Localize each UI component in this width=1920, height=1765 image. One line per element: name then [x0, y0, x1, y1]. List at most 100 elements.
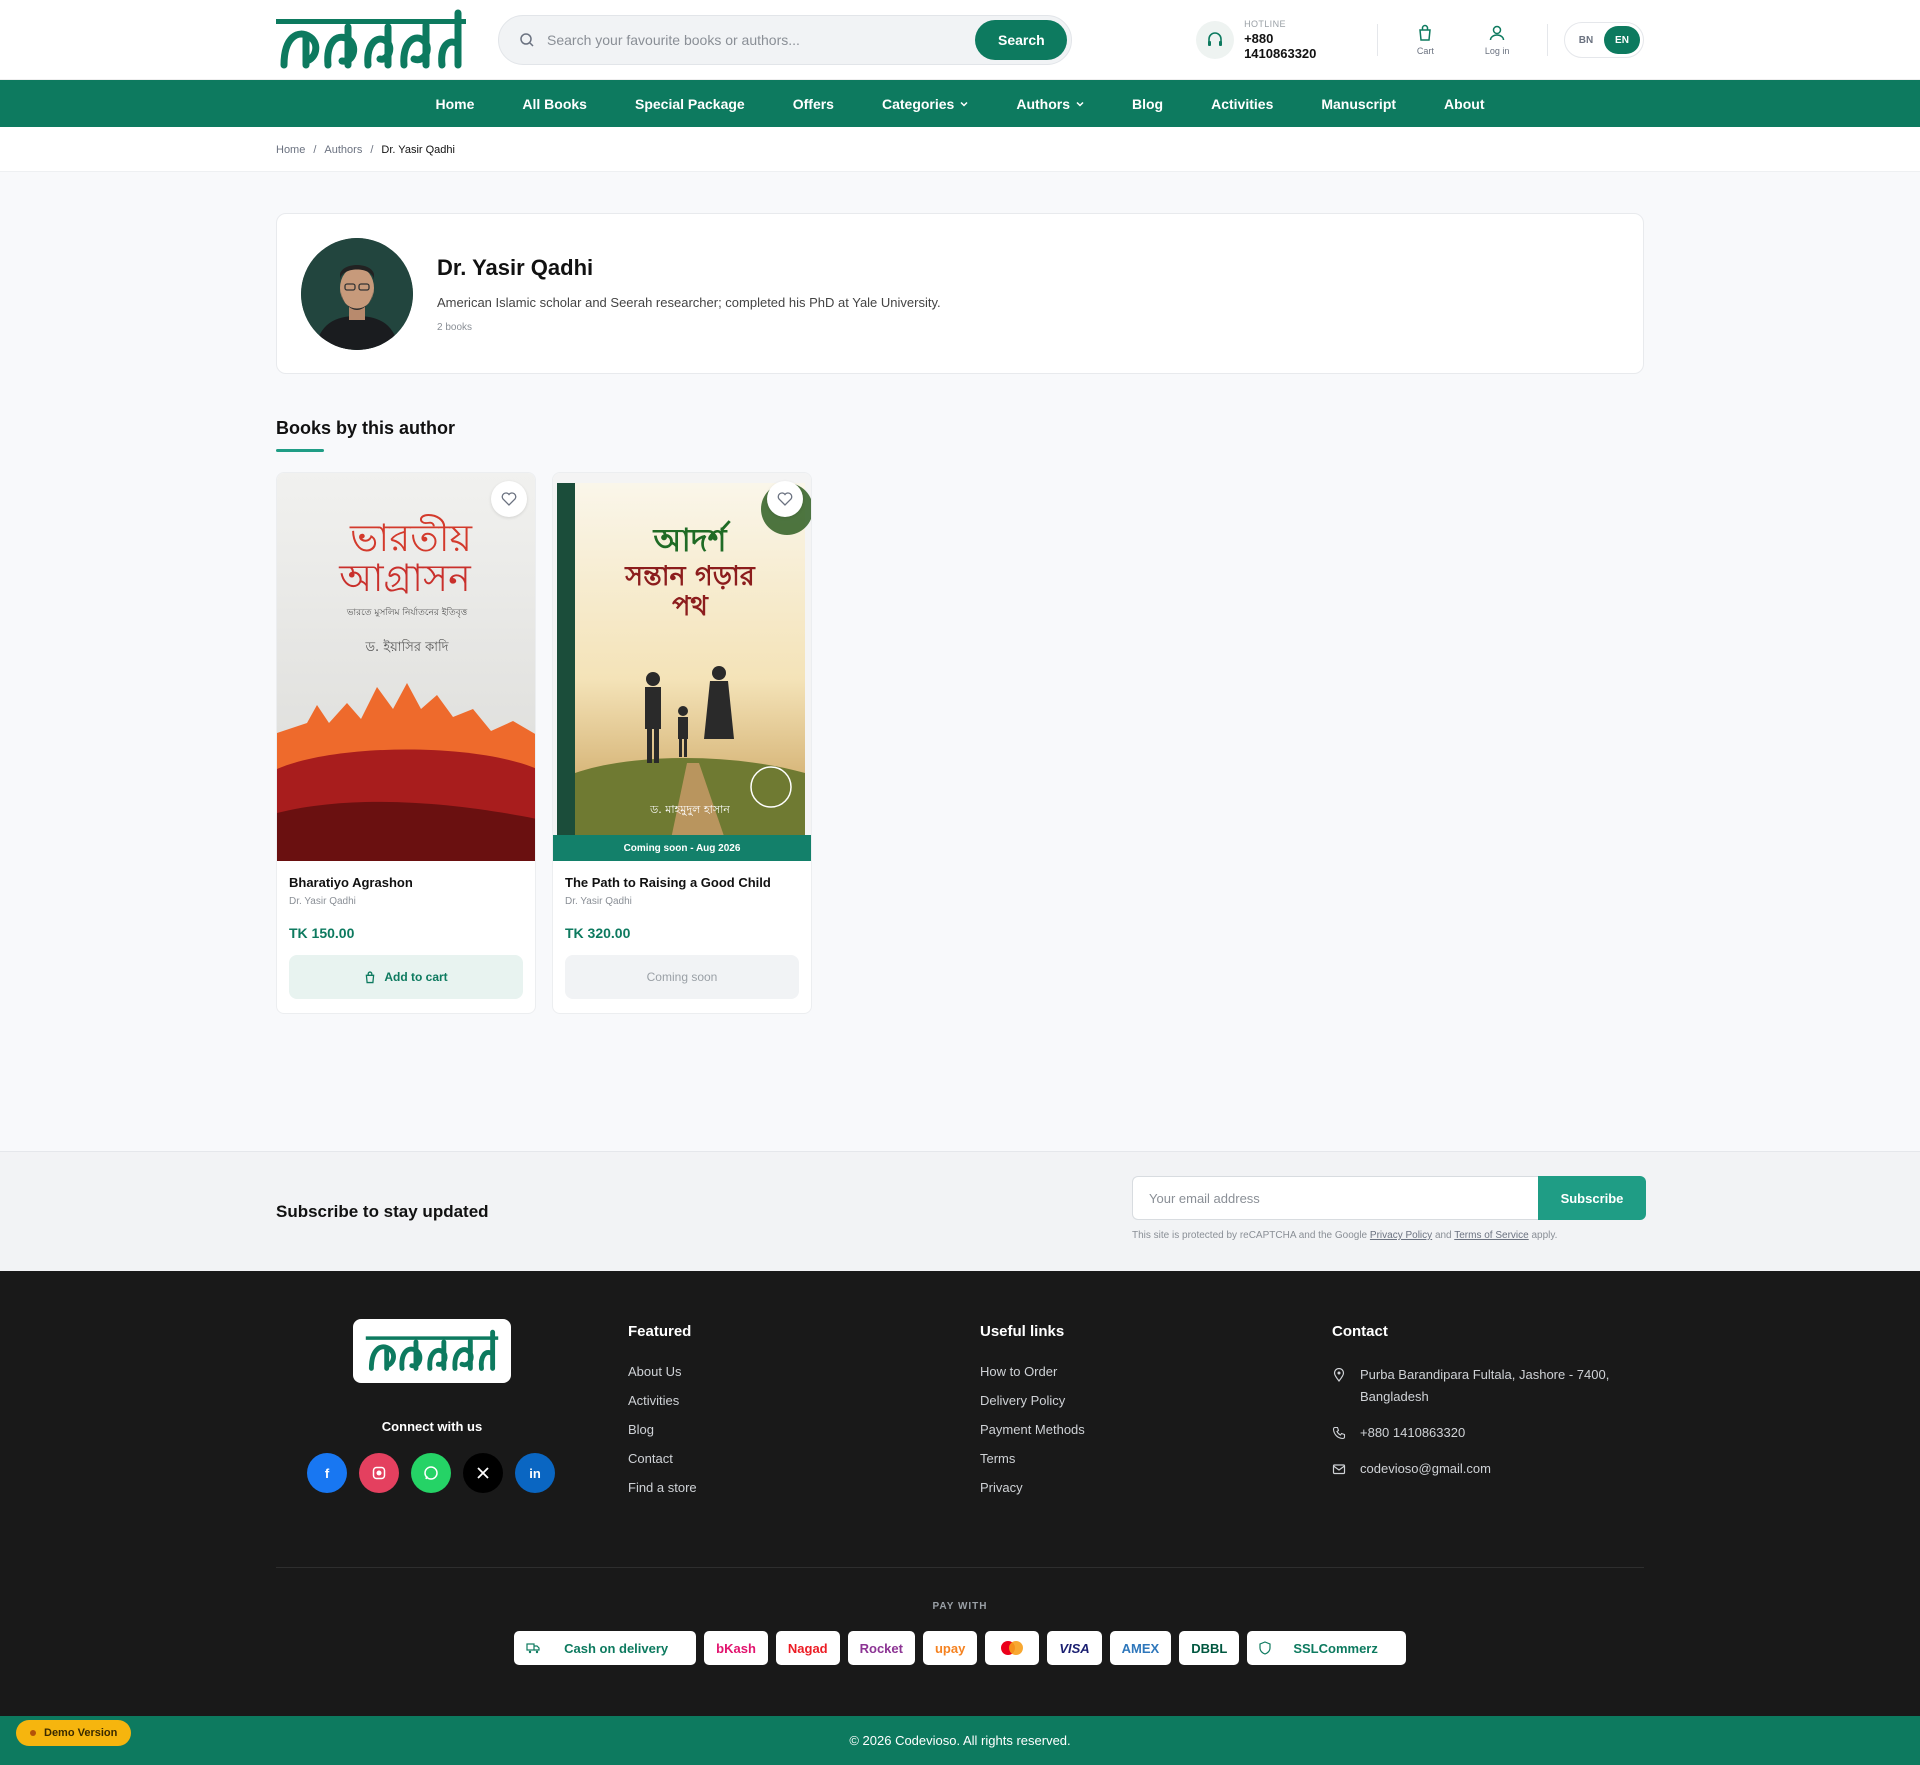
- demo-version-badge[interactable]: Demo Version: [16, 1720, 132, 1746]
- chevron-down-icon: [1076, 101, 1084, 107]
- logo-mark-icon: [365, 1329, 499, 1371]
- instagram-icon[interactable]: [359, 1453, 399, 1493]
- copyright-bar: © 2026 Codevioso. All rights reserved.: [0, 1716, 1920, 1765]
- footer-link-store[interactable]: Find a store: [628, 1480, 697, 1495]
- lang-bn[interactable]: BN: [1568, 26, 1604, 54]
- footer-link-privacy[interactable]: Privacy: [980, 1480, 1085, 1495]
- footer-link-delivery[interactable]: Delivery Policy: [980, 1393, 1085, 1408]
- nav-item-offers[interactable]: Offers: [793, 96, 834, 112]
- nav-label: All Books: [522, 95, 587, 112]
- nav-label: About: [1444, 95, 1485, 112]
- nav-item-blog[interactable]: Blog: [1132, 96, 1163, 112]
- footer-logo[interactable]: [353, 1319, 511, 1383]
- cover-title-3: পথ: [672, 591, 709, 622]
- logo-mark-icon: [276, 9, 466, 69]
- footer-divider: [276, 1567, 1644, 1568]
- bkash-badge: bKash: [704, 1631, 768, 1665]
- useful-heading: Useful links: [980, 1323, 1065, 1340]
- footer-featured: Featured About Us Activities Blog Contac…: [628, 1323, 697, 1509]
- nav-label: Manuscript: [1321, 95, 1397, 112]
- book-price: TK 150.00: [289, 925, 355, 941]
- footer-link-about[interactable]: About Us: [628, 1364, 697, 1379]
- cash-on-delivery-badge: Cash on delivery: [514, 1631, 697, 1665]
- cover-author: ড. মাহমুদুল হাসান: [649, 803, 730, 816]
- copyright-text: © 2026 Codevioso. All rights reserved.: [849, 1733, 1071, 1748]
- phone-icon: [1332, 1426, 1346, 1440]
- breadcrumb-home[interactable]: Home: [276, 144, 305, 156]
- book-title[interactable]: Bharatiyo Agrashon: [289, 875, 523, 890]
- nav-label: Offers: [792, 95, 834, 112]
- mastercard-icon: [985, 1631, 1040, 1665]
- book-cover[interactable]: আদর্শ সন্তান গড়ার পথ ড. মাহমুদুল হাসান …: [553, 473, 811, 861]
- login-button[interactable]: Log in: [1477, 24, 1517, 56]
- cover-title-1: ভারতীয়: [349, 514, 473, 560]
- divider: [1547, 24, 1548, 56]
- nav-item-special-package[interactable]: Special Package: [635, 96, 745, 112]
- book-title[interactable]: The Path to Raising a Good Child: [565, 875, 799, 890]
- shopping-bag-icon: [365, 970, 375, 983]
- footer-link-how-to-order[interactable]: How to Order: [980, 1364, 1085, 1379]
- x-icon[interactable]: [463, 1453, 503, 1493]
- email-field[interactable]: [1132, 1176, 1538, 1220]
- book-author[interactable]: Dr. Yasir Qadhi: [289, 896, 523, 907]
- nav-item-manuscript[interactable]: Manuscript: [1321, 96, 1396, 112]
- section-underline: [276, 449, 324, 452]
- nav-item-activities[interactable]: Activities: [1211, 96, 1273, 112]
- nav-item-all-books[interactable]: All Books: [522, 96, 587, 112]
- login-label: Log in: [1484, 46, 1510, 56]
- linkedin-icon[interactable]: in: [515, 1453, 555, 1493]
- contact-email[interactable]: codevioso@gmail.com: [1332, 1458, 1632, 1480]
- breadcrumb-authors[interactable]: Authors: [324, 144, 362, 156]
- nav-item-about[interactable]: About: [1444, 96, 1484, 112]
- footer-link-contact[interactable]: Contact: [628, 1451, 697, 1466]
- site-logo[interactable]: [276, 7, 466, 73]
- book-card[interactable]: আদর্শ সন্তান গড়ার পথ ড. মাহমুদুল হাসান …: [552, 472, 812, 1014]
- shopping-bag-icon: [1419, 24, 1432, 41]
- nav-item-categories[interactable]: Categories: [882, 96, 968, 112]
- user-icon: [1489, 25, 1505, 41]
- site-footer: Connect with us f in Featured About Us A…: [0, 1271, 1920, 1716]
- cash-on-delivery-label: Cash on delivery: [552, 1631, 681, 1665]
- search-icon: [520, 33, 534, 47]
- wishlist-button[interactable]: [491, 481, 527, 517]
- whatsapp-icon[interactable]: [411, 1453, 451, 1493]
- pay-with-label: PAY WITH: [932, 1601, 988, 1612]
- wishlist-button[interactable]: [767, 481, 803, 517]
- coming-soon-button[interactable]: Coming soon: [565, 955, 799, 999]
- top-header: Search HOTLINE +880 1410863320 Cart Log …: [0, 0, 1920, 80]
- footer-link-terms[interactable]: Terms: [980, 1451, 1085, 1466]
- chevron-down-icon: [960, 101, 968, 107]
- book-author[interactable]: Dr. Yasir Qadhi: [565, 896, 799, 907]
- hotline-number[interactable]: +880 1410863320: [1244, 31, 1348, 61]
- demo-label: Demo Version: [44, 1727, 118, 1739]
- author-bio: American Islamic scholar and Seerah rese…: [437, 294, 941, 310]
- upay-badge: upay: [922, 1631, 978, 1665]
- nav-label: Home: [435, 95, 475, 112]
- nav-item-home[interactable]: Home: [436, 96, 475, 112]
- lang-en[interactable]: EN: [1604, 26, 1640, 54]
- search-button[interactable]: Search: [975, 20, 1068, 60]
- hotline: HOTLINE +880 1410863320: [1196, 19, 1348, 61]
- book-cover[interactable]: ভারতীয় আগ্রাসন ভারতে মুসলিম নির্যাতনের …: [277, 473, 535, 861]
- contact-phone-text: +880 1410863320: [1360, 1425, 1466, 1440]
- book-card[interactable]: ভারতীয় আগ্রাসন ভারতে মুসলিম নির্যাতনের …: [276, 472, 536, 1014]
- subscribe-button[interactable]: Subscribe: [1538, 1176, 1646, 1220]
- add-to-cart-label: Add to cart: [384, 970, 448, 984]
- footer-link-payment[interactable]: Payment Methods: [980, 1422, 1085, 1437]
- cart-button[interactable]: Cart: [1406, 24, 1446, 56]
- mail-icon: [1332, 1464, 1346, 1475]
- shield-icon: [1259, 1641, 1271, 1655]
- footer-link-blog[interactable]: Blog: [628, 1422, 697, 1437]
- nav-item-authors[interactable]: Authors: [1016, 96, 1084, 112]
- search-input[interactable]: [547, 32, 976, 48]
- add-to-cart-button[interactable]: Add to cart: [289, 955, 523, 999]
- privacy-policy-link[interactable]: Privacy Policy: [1370, 1230, 1432, 1241]
- sslcommerz-badge: SSLCommerz: [1247, 1631, 1406, 1665]
- terms-of-service-link[interactable]: Terms of Service: [1454, 1230, 1528, 1241]
- facebook-icon[interactable]: f: [307, 1453, 347, 1493]
- subscribe-form: Subscribe: [1132, 1176, 1646, 1220]
- footer-link-activities[interactable]: Activities: [628, 1393, 697, 1408]
- book-grid: ভারতীয় আগ্রাসন ভারতে মুসলিম নির্যাতনের …: [276, 472, 1644, 1014]
- breadcrumb-separator: /: [370, 143, 374, 156]
- contact-phone[interactable]: +880 1410863320: [1332, 1422, 1632, 1444]
